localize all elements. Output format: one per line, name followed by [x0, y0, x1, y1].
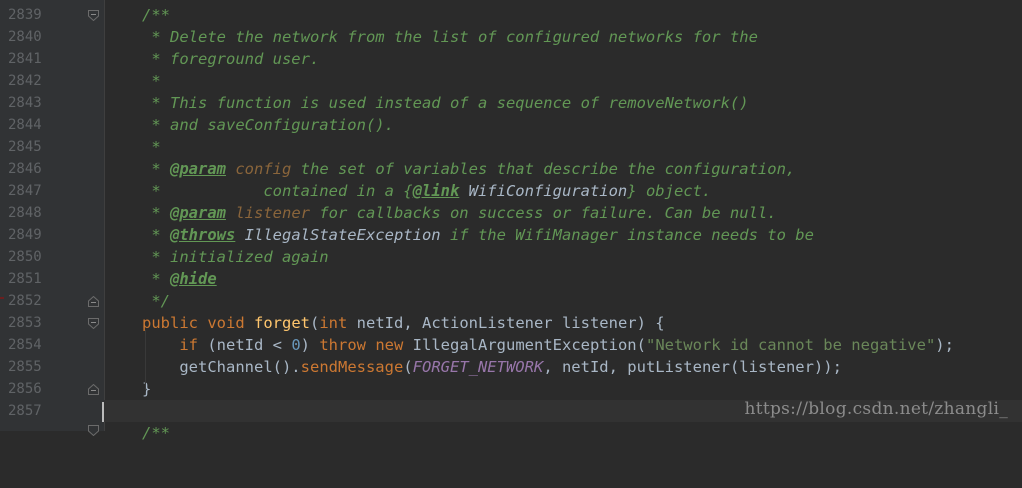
- text-caret: [102, 402, 104, 422]
- doc-text: * contained in a {: [142, 182, 413, 200]
- doc-comment: */: [142, 292, 170, 310]
- line-number: 2843: [8, 95, 42, 111]
- code-text: , netId, putListener(listener));: [543, 358, 842, 376]
- number-literal: 0: [291, 336, 301, 354]
- keyword: if: [179, 336, 198, 354]
- doc-text: the set of variables that describe the c…: [291, 160, 796, 178]
- fold-end-icon[interactable]: [88, 296, 99, 307]
- code-text: (: [310, 314, 320, 332]
- line-number: 2848: [8, 205, 42, 221]
- code-line[interactable]: *: [104, 136, 1022, 158]
- line-number: 2849: [8, 227, 42, 243]
- code-line[interactable]: if (netId < 0) throw new IllegalArgument…: [104, 334, 1022, 356]
- doc-comment: /**: [142, 6, 170, 24]
- method-name: forget: [254, 314, 310, 332]
- indent-guide: [145, 330, 146, 390]
- editor-gutter: 2839 2840 2841 2842 2843 2844 2845 2846 …: [0, 0, 105, 436]
- code-line[interactable]: * @param listener for callbacks on succe…: [104, 202, 1022, 224]
- javadoc-tag: @link: [412, 182, 460, 200]
- code-text: netId, ActionListener listener) {: [347, 314, 665, 332]
- code-line[interactable]: * @hide: [104, 268, 1022, 290]
- line-number: 2846: [8, 161, 42, 177]
- fold-end-icon[interactable]: [88, 384, 99, 395]
- code-text: (: [403, 358, 413, 376]
- code-text: getChannel().: [179, 358, 301, 376]
- doc-comment: * This function is used instead of a seq…: [142, 94, 749, 112]
- code-line[interactable]: getChannel().sendMessage(FORGET_NETWORK,…: [104, 356, 1022, 378]
- fold-collapse-icon[interactable]: [88, 10, 99, 21]
- code-line[interactable]: * This function is used instead of a seq…: [104, 92, 1022, 114]
- code-line[interactable]: }: [104, 378, 1022, 400]
- keyword: new: [366, 336, 404, 354]
- code-line[interactable]: *: [104, 70, 1022, 92]
- doc-text: if the WifiManager instance needs to be: [440, 226, 814, 244]
- code-line[interactable]: public void forget(int netId, ActionList…: [104, 312, 1022, 334]
- line-number: 2839: [8, 7, 42, 23]
- javadoc-tag: @hide: [170, 270, 217, 288]
- doc-comment: * and saveConfiguration().: [142, 116, 394, 134]
- doc-comment: * Delete the network from the list of co…: [142, 28, 758, 46]
- doc-comment: * initialized again: [142, 248, 329, 266]
- keyword: void: [198, 314, 254, 332]
- code-line[interactable]: /**: [104, 422, 1022, 444]
- line-number: 2851: [8, 271, 42, 287]
- code-line[interactable]: * and saveConfiguration().: [104, 114, 1022, 136]
- code-text: ): [300, 336, 320, 354]
- doc-star: *: [142, 270, 170, 288]
- line-number: 2840: [8, 29, 42, 45]
- code-line[interactable]: /**: [104, 4, 1022, 26]
- code-line[interactable]: */: [104, 290, 1022, 312]
- keyword: throw: [319, 336, 367, 354]
- line-number: 2855: [8, 359, 42, 375]
- code-line[interactable]: * contained in a {@link WifiConfiguratio…: [104, 180, 1022, 202]
- doc-star: *: [142, 204, 170, 222]
- doc-text: for callbacks on success or failure. Can…: [310, 204, 777, 222]
- param-name: config: [226, 160, 292, 178]
- javadoc-tag: @param: [170, 204, 226, 222]
- code-text: );: [935, 336, 954, 354]
- line-number: 2844: [8, 117, 42, 133]
- line-number: 2852: [8, 293, 42, 309]
- string-literal: "Network id cannot be negative": [645, 336, 936, 354]
- keyword: public: [142, 314, 198, 332]
- fold-collapse-icon[interactable]: [88, 318, 99, 329]
- doc-comment: *: [142, 72, 161, 90]
- doc-comment: *: [142, 138, 161, 156]
- method-call: sendMessage: [300, 358, 404, 376]
- doc-comment: /**: [142, 424, 170, 442]
- error-stripe-marker: [0, 297, 4, 299]
- code-line[interactable]: * @throws IllegalStateException if the W…: [104, 224, 1022, 246]
- code-text: IllegalArgumentException(: [403, 336, 646, 354]
- constant: FORGET_NETWORK: [412, 358, 544, 376]
- keyword: int: [319, 314, 348, 332]
- code-line[interactable]: * foreground user.: [104, 48, 1022, 70]
- line-number: 2854: [8, 337, 42, 353]
- code-line[interactable]: * initialized again: [104, 246, 1022, 268]
- doc-reference: WifiConfiguration: [459, 182, 628, 200]
- closing-brace: }: [142, 380, 152, 398]
- line-number: 2857: [8, 403, 42, 419]
- doc-star: *: [142, 160, 170, 178]
- line-number: 2850: [8, 249, 42, 265]
- line-number: 2856: [8, 381, 42, 397]
- code-text: (netId <: [198, 336, 292, 354]
- param-name: listener: [226, 204, 310, 222]
- doc-reference: IllegalStateException: [235, 226, 441, 244]
- line-number: 2845: [8, 139, 42, 155]
- line-number: 2853: [8, 315, 42, 331]
- javadoc-tag: @throws: [170, 226, 236, 244]
- line-number: 2847: [8, 183, 42, 199]
- doc-comment: * foreground user.: [142, 50, 320, 68]
- code-line[interactable]: * @param config the set of variables tha…: [104, 158, 1022, 180]
- javadoc-tag: @param: [170, 160, 226, 178]
- doc-star: *: [142, 226, 170, 244]
- code-line[interactable]: * Delete the network from the list of co…: [104, 26, 1022, 48]
- doc-text: } object.: [627, 182, 712, 200]
- line-number: 2841: [8, 51, 42, 67]
- watermark: https://blog.csdn.net/zhangli_: [744, 399, 1008, 419]
- line-number: 2842: [8, 73, 42, 89]
